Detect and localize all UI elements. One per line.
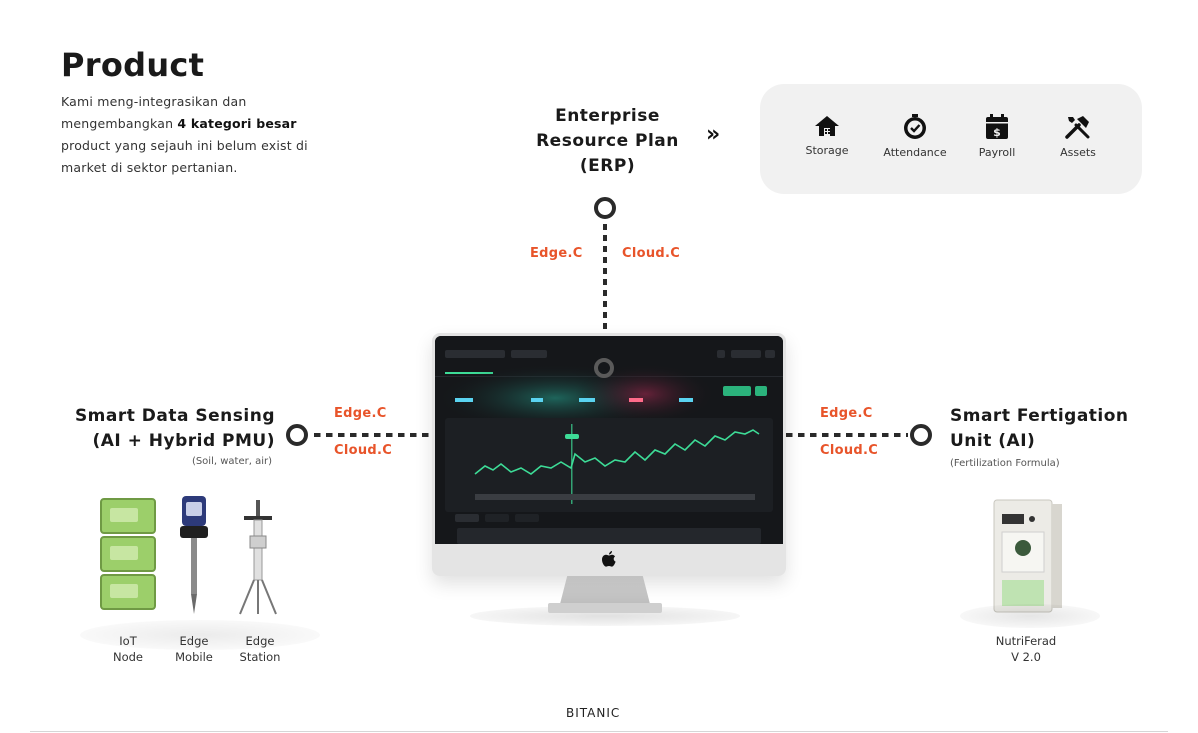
iot-node-image — [94, 498, 164, 616]
connector-label-edge-left: Edge.C — [334, 406, 387, 421]
sensing-title: Smart Data Sensing (AI + Hybrid PMU) — [74, 406, 275, 451]
erp-module-assets: Assets — [1033, 114, 1123, 159]
connector-label-edge-right: Edge.C — [820, 406, 873, 421]
erp-modules-panel: Storage Attendance $ Payroll Assets — [760, 84, 1142, 194]
connector-label-cloud-left: Cloud.C — [334, 443, 393, 458]
connector-line-right — [786, 433, 908, 437]
device-label-iot-node: IoT Node — [112, 634, 143, 664]
page-title: Product — [61, 46, 205, 84]
assets-tools-icon — [1065, 116, 1090, 139]
connector-node-right — [910, 424, 932, 446]
fertigation-subtitle: (Fertilization Formula) — [950, 458, 1060, 469]
edge-station-image — [239, 500, 277, 615]
apple-logo-icon — [602, 551, 616, 567]
sensing-subtitle: (Soil, water, air) — [191, 456, 272, 467]
device-label-nutriferad: NutriFerad V 2.0 — [995, 634, 1057, 664]
connector-line-left — [314, 433, 432, 437]
payroll-calendar-icon: $ — [986, 114, 1008, 139]
intro-text: Kami meng-integrasikan dan mengembangkan… — [61, 94, 308, 175]
footer-brand: BITANIC — [566, 706, 621, 720]
nutriferad-shadow — [960, 604, 1100, 628]
device-label-edge-mobile: Edge Mobile — [175, 634, 213, 664]
connector-label-cloud-top: Cloud.C — [622, 246, 681, 261]
fertigation-title: Smart Fertigation Unit (AI) — [950, 406, 1129, 451]
svg-text:$: $ — [993, 126, 1001, 139]
attendance-check-icon — [904, 114, 926, 139]
erp-module-attendance: Attendance — [870, 114, 960, 159]
connector-node-monitor — [594, 358, 614, 378]
footer-divider — [30, 731, 1168, 732]
connector-node-top — [594, 197, 616, 219]
device-label-edge-station: Edge Station — [239, 634, 281, 664]
erp-title: Enterprise Resource Plan (ERP) — [536, 106, 679, 176]
erp-module-payroll: $ Payroll — [952, 114, 1042, 159]
connector-label-cloud-right: Cloud.C — [820, 443, 879, 458]
monitor-stand — [560, 576, 650, 604]
nutriferad-image — [993, 499, 1062, 613]
chevron-right-icon: » — [706, 122, 721, 147]
connector-node-left — [286, 424, 308, 446]
monitor-base — [548, 603, 662, 613]
edge-mobile-image — [180, 496, 208, 614]
connector-label-edge-top: Edge.C — [530, 246, 583, 261]
erp-module-storage: Storage — [782, 114, 872, 157]
storage-home-icon — [815, 116, 839, 136]
